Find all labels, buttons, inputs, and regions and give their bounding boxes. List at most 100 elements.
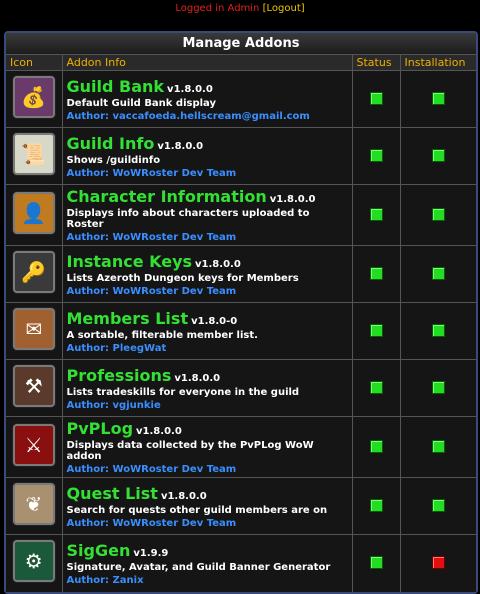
status-cell [352, 477, 401, 535]
status-cell [352, 359, 401, 417]
addon-author: Author: PleegWat [66, 342, 167, 354]
addon-version: v1.8.0.0 [195, 258, 241, 270]
addon-icon-cell: 💰 [6, 70, 63, 128]
addon-author: Author: WoWRoster Dev Team [66, 285, 237, 297]
character-icon: 👤 [12, 192, 55, 234]
addon-description: Shows /guildinfo [66, 154, 161, 166]
status-cell [352, 245, 401, 303]
addon-version: v1.8.0.0 [160, 490, 207, 502]
addon-name[interactable]: Members List [67, 309, 189, 328]
addon-version: v1.8.0.0 [269, 194, 316, 205]
addon-icon-cell: ❦ [6, 477, 63, 535]
installation-toggle[interactable] [431, 91, 445, 105]
addon-info-cell: Quest List v1.8.0.0 Search for quests othe… [62, 477, 353, 535]
icon-glyph: ❦ [25, 492, 43, 516]
addon-name[interactable]: SigGen [67, 541, 131, 560]
key-icon: 🔑 [12, 251, 55, 293]
addon-name[interactable]: Quest List [67, 484, 158, 503]
addon-description: Default Guild Bank display [66, 97, 217, 109]
installation-toggle[interactable] [431, 439, 445, 453]
table-row: ❦ Quest List v1.8.0.0 Search for quests oth… [6, 477, 476, 535]
addon-icon-cell: 📜 [6, 127, 63, 185]
addon-author: Author: vgjunkie [66, 399, 161, 411]
column-header-icon: Icon [6, 55, 63, 71]
installation-cell [400, 534, 476, 592]
installation-toggle[interactable] [431, 266, 445, 280]
status-toggle[interactable] [369, 207, 383, 221]
addon-author: Author: WoWRoster Dev Team [66, 464, 237, 475]
letters-icon: ✉ [12, 308, 55, 350]
seal-icon: ❦ [12, 483, 55, 525]
addon-icon-cell: ⚒ [6, 359, 63, 417]
column-header-addon-info: Addon Info [62, 55, 353, 71]
addon-name[interactable]: Guild Bank [67, 77, 165, 96]
status-toggle[interactable] [369, 266, 383, 280]
addon-description: Search for quests other guild members ar… [66, 504, 328, 516]
status-toggle[interactable] [369, 380, 383, 394]
logout-link[interactable]: Logout [267, 3, 301, 14]
addon-info-cell: Professions v1.8.0.0 Lists tradeskills for… [62, 359, 353, 417]
status-toggle[interactable] [369, 555, 383, 569]
status-toggle[interactable] [369, 439, 383, 453]
status-cell [352, 127, 401, 185]
addon-name[interactable]: Guild Info [67, 134, 155, 153]
installation-cell [400, 245, 476, 303]
addon-icon-cell: ✉ [6, 302, 63, 360]
installation-toggle[interactable] [431, 148, 445, 162]
installation-cell [400, 127, 476, 185]
status-cell [352, 534, 401, 592]
addon-author: Author: Zanix [66, 574, 144, 586]
addon-name[interactable]: Instance Keys [67, 252, 193, 271]
installation-toggle[interactable] [431, 498, 445, 512]
installation-toggle[interactable] [431, 555, 445, 569]
addon-info-cell: Instance Keys v1.8.0.0 Lists Azeroth Dunge… [62, 245, 353, 303]
addon-name[interactable]: Professions [67, 366, 172, 385]
addon-version: v1.8.0.0 [174, 372, 221, 384]
icon-glyph: ✉ [25, 317, 43, 341]
scroll-icon: 📜 [12, 133, 55, 175]
addon-description: Lists Azeroth Dungeon keys for Members [66, 272, 299, 284]
status-cell [352, 416, 401, 478]
icon-glyph: 🔑 [21, 260, 47, 284]
addon-author: Author: vaccafoeda.hellscream@gmail.com [66, 110, 310, 122]
addon-info-cell: Guild Info v1.8.0.0 Shows /guildinfo Author… [62, 127, 353, 185]
addon-description: Signature, Avatar, and Guild Banner Gene… [66, 561, 331, 573]
column-header-installation: Installation [400, 55, 476, 71]
addon-version: v1.8.0-0 [191, 315, 238, 327]
status-toggle[interactable] [369, 498, 383, 512]
status-toggle[interactable] [369, 323, 383, 337]
bank-icon: 💰 [12, 76, 55, 118]
addon-version: v1.8.0.0 [167, 83, 213, 95]
table-row: 👤 Character Information v1.8.0.0 Displays i… [6, 184, 476, 246]
banner-generator-icon: ⚙ [12, 540, 55, 583]
column-header-status: Status [352, 55, 401, 71]
icon-glyph: 📜 [21, 142, 47, 166]
addon-icon-cell: ⚔ [6, 416, 63, 478]
login-status-text: Logged in Admin [175, 3, 260, 14]
panel-title: Manage Addons [6, 33, 476, 55]
status-toggle[interactable] [369, 91, 383, 105]
addon-info-cell: Members List v1.8.0-0 A sortable, filterab… [62, 302, 353, 360]
icon-glyph: 👤 [21, 201, 47, 225]
table-header-row: Icon Addon Info Status Installation [6, 55, 476, 71]
installation-toggle[interactable] [431, 380, 445, 394]
installation-toggle[interactable] [431, 323, 445, 337]
table-row: 🔑 Instance Keys v1.8.0.0 Lists Azeroth Dung… [6, 245, 476, 303]
installation-toggle[interactable] [431, 207, 445, 221]
addon-description: Displays data collected by the PvPLog Wo… [66, 440, 314, 462]
installation-cell [400, 184, 476, 246]
icon-glyph: ⚙ [24, 549, 43, 574]
table-row: ✉ Members List v1.8.0-0 A sortable, filtera… [6, 302, 476, 360]
icon-glyph: ⚔ [24, 433, 43, 457]
addon-version: v1.9.9 [133, 547, 169, 559]
installation-cell [400, 70, 476, 128]
manage-addons-panel: Manage Addons Icon Addon Info Status Ins… [4, 31, 478, 594]
status-toggle[interactable] [369, 148, 383, 162]
table-row: ⚔ PvPLog v1.8.0.0 Displays data collected b… [6, 416, 476, 478]
addon-name[interactable]: PvPLog [67, 419, 134, 438]
status-cell [352, 70, 401, 128]
addon-author: Author: WoWRoster Dev Team [66, 232, 237, 243]
addon-name[interactable]: Character Information [67, 187, 267, 206]
addon-author: Author: WoWRoster Dev Team [66, 167, 237, 179]
bracket-close: ] [300, 3, 305, 14]
